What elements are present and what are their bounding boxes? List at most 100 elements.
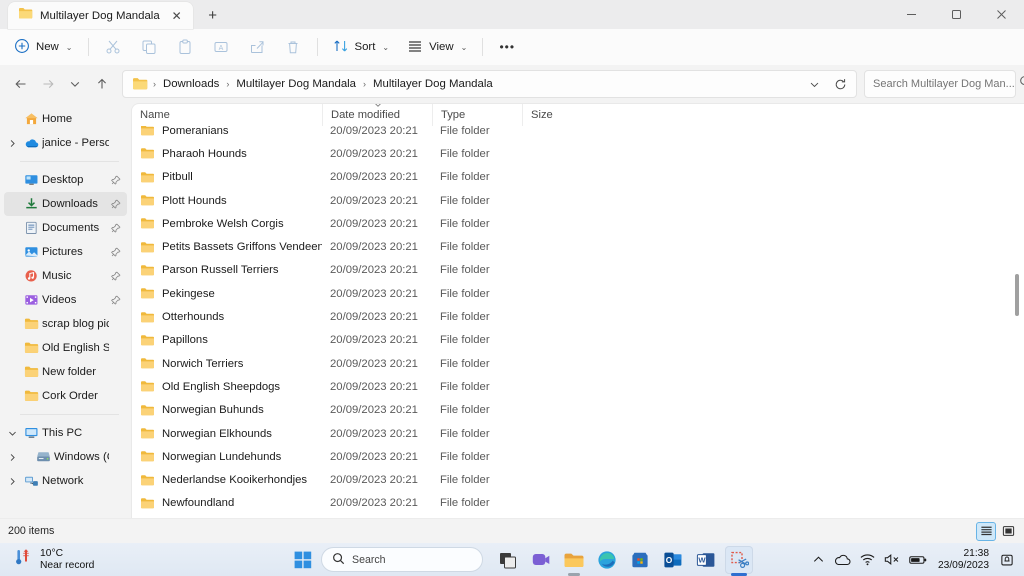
clock[interactable]: 21:38 23/09/2023 bbox=[938, 548, 989, 571]
search-input[interactable] bbox=[873, 78, 1015, 90]
taskbar-chat-button[interactable] bbox=[527, 546, 555, 574]
maximize-button[interactable] bbox=[934, 0, 979, 29]
table-row[interactable]: Plott Hounds 20/09/2023 20:21 File folder bbox=[132, 189, 1024, 212]
table-row[interactable]: Papillons 20/09/2023 20:21 File folder bbox=[132, 329, 1024, 352]
column-header-name[interactable]: Name bbox=[132, 104, 322, 126]
sidebar-item-this-pc[interactable]: This PC bbox=[4, 421, 127, 445]
table-row[interactable] bbox=[132, 515, 1024, 518]
view-button[interactable]: View ⌄ bbox=[399, 33, 475, 61]
table-row[interactable]: Pharaoh Hounds 20/09/2023 20:21 File folde… bbox=[132, 142, 1024, 165]
table-row[interactable]: Otterhounds 20/09/2023 20:21 File folder bbox=[132, 305, 1024, 328]
delete-button[interactable] bbox=[276, 33, 310, 61]
sidebar-item-downloads[interactable]: Downloads bbox=[4, 192, 127, 216]
column-header-date-modified[interactable]: Date modified bbox=[322, 104, 432, 126]
vertical-scrollbar[interactable] bbox=[1010, 126, 1024, 518]
taskbar-snipping-tool-button[interactable] bbox=[725, 545, 753, 576]
table-row[interactable]: Norwegian Lundehunds 20/09/2023 20:21 File… bbox=[132, 445, 1024, 468]
table-row[interactable]: Parson Russell Terriers 20/09/2023 20:21 F… bbox=[132, 259, 1024, 282]
taskbar-file-explorer-button[interactable] bbox=[560, 546, 588, 576]
pin-icon[interactable] bbox=[109, 295, 123, 305]
wifi-icon[interactable] bbox=[860, 553, 875, 566]
notification-bell-icon[interactable] bbox=[1000, 553, 1014, 567]
recent-locations-button[interactable] bbox=[62, 71, 88, 97]
see-more-button[interactable]: ••• bbox=[490, 33, 524, 61]
taskbar-microsoft-edge-button[interactable] bbox=[593, 546, 621, 574]
sidebar-item-janice-personal[interactable]: janice - Personal bbox=[4, 131, 127, 155]
sidebar-item-videos[interactable]: Videos bbox=[4, 288, 127, 312]
close-tab-icon[interactable]: ✕ bbox=[167, 6, 187, 26]
table-row[interactable]: Old English Sheepdogs 20/09/2023 20:21 Fil… bbox=[132, 375, 1024, 398]
table-row[interactable]: Pembroke Welsh Corgis 20/09/2023 20:21 Fil… bbox=[132, 212, 1024, 235]
address-bar[interactable]: › Downloads › Multilayer Dog Mandala › M… bbox=[122, 70, 857, 98]
rename-button[interactable]: A bbox=[204, 33, 238, 61]
table-row[interactable]: Pomeranians 20/09/2023 20:21 File folder bbox=[132, 126, 1024, 142]
table-row[interactable]: Pitbull 20/09/2023 20:21 File folder bbox=[132, 166, 1024, 189]
table-row[interactable]: Newfoundland 20/09/2023 20:21 File folder bbox=[132, 492, 1024, 515]
battery-icon[interactable] bbox=[909, 554, 927, 566]
table-row[interactable]: Nederlandse Kooikerhondjes 20/09/2023 20:… bbox=[132, 468, 1024, 491]
table-row[interactable]: Petits Bassets Griffons Vendeens 20/09/20… bbox=[132, 235, 1024, 258]
cut-button[interactable] bbox=[96, 33, 130, 61]
forward-button[interactable] bbox=[35, 71, 61, 97]
column-header-size[interactable]: Size bbox=[522, 104, 577, 126]
taskbar-task-view-button[interactable] bbox=[494, 546, 522, 574]
new-button[interactable]: New ⌄ bbox=[6, 33, 81, 61]
up-button[interactable] bbox=[89, 71, 115, 97]
sidebar-item-old-english-sheepd[interactable]: Old English Sheepd bbox=[4, 336, 127, 360]
sidebar-item-scrap-blog-pics[interactable]: scrap blog pics bbox=[4, 312, 127, 336]
sidebar-item-documents[interactable]: Documents bbox=[4, 216, 127, 240]
sidebar-item-label: This PC bbox=[42, 427, 83, 439]
address-history-chevron-icon[interactable] bbox=[802, 72, 826, 96]
sidebar-item-cork-order[interactable]: Cork Order bbox=[4, 384, 127, 408]
chevron-right-icon[interactable] bbox=[4, 453, 20, 462]
pin-icon[interactable] bbox=[109, 223, 123, 233]
chevron-down-icon[interactable] bbox=[4, 429, 20, 438]
share-button[interactable] bbox=[240, 33, 274, 61]
refresh-button[interactable] bbox=[828, 72, 852, 96]
breadcrumb-item-multilayer-dog-mandala[interactable]: Multilayer Dog Mandala bbox=[232, 76, 360, 92]
table-row[interactable]: Norwegian Elkhounds 20/09/2023 20:21 File … bbox=[132, 422, 1024, 445]
breadcrumb-item-multilayer-dog-mandala-2[interactable]: Multilayer Dog Mandala bbox=[369, 76, 497, 92]
pin-icon[interactable] bbox=[109, 175, 123, 185]
table-row[interactable]: Pekingese 20/09/2023 20:21 File folder bbox=[132, 282, 1024, 305]
breadcrumb-item-downloads[interactable]: Downloads bbox=[159, 76, 223, 92]
taskbar-outlook-button[interactable]: O bbox=[659, 546, 687, 574]
paste-button[interactable] bbox=[168, 33, 202, 61]
new-tab-icon[interactable]: + bbox=[199, 2, 227, 29]
table-row[interactable]: Norwich Terriers 20/09/2023 20:21 File fol… bbox=[132, 352, 1024, 375]
pin-icon[interactable] bbox=[109, 199, 123, 209]
sidebar-item-network[interactable]: Network bbox=[4, 469, 127, 493]
volume-muted-icon[interactable] bbox=[884, 553, 900, 566]
chevron-right-icon[interactable] bbox=[4, 139, 20, 148]
minimize-button[interactable] bbox=[889, 0, 934, 29]
onedrive-icon[interactable] bbox=[834, 553, 851, 566]
scrollbar-thumb[interactable] bbox=[1015, 274, 1019, 316]
sidebar-item-home[interactable]: Home bbox=[4, 107, 127, 131]
sidebar-item-new-folder[interactable]: New folder bbox=[4, 360, 127, 384]
large-icons-view-button[interactable] bbox=[998, 522, 1018, 541]
sidebar-item-desktop[interactable]: Desktop bbox=[4, 168, 127, 192]
file-list[interactable]: Pomeranians 20/09/2023 20:21 File folder Ph… bbox=[132, 126, 1024, 518]
column-header-type[interactable]: Type bbox=[432, 104, 522, 126]
details-view-button[interactable] bbox=[976, 521, 996, 541]
pin-icon[interactable] bbox=[109, 271, 123, 281]
sidebar-item-music[interactable]: Music bbox=[4, 264, 127, 288]
pin-icon[interactable] bbox=[109, 247, 123, 257]
table-row[interactable]: Norwegian Buhunds 20/09/2023 20:21 File fo… bbox=[132, 399, 1024, 422]
chevron-right-icon[interactable] bbox=[4, 477, 20, 486]
sidebar-item-pictures[interactable]: Pictures bbox=[4, 240, 127, 264]
taskbar-microsoft-store-button[interactable] bbox=[626, 546, 654, 574]
weather-widget[interactable]: 10°C Near record bbox=[0, 547, 290, 572]
taskbar-word-button[interactable]: W bbox=[692, 546, 720, 574]
taskbar-search-box[interactable]: Search bbox=[321, 547, 483, 572]
close-window-button[interactable] bbox=[979, 0, 1024, 29]
search-box[interactable] bbox=[864, 70, 1024, 98]
back-button[interactable] bbox=[8, 71, 34, 97]
tray-overflow-chevron-icon[interactable] bbox=[812, 553, 825, 566]
tab-multilayer-dog-mandala[interactable]: Multilayer Dog Mandala ✕ bbox=[8, 2, 193, 29]
sidebar-item-windows-c[interactable]: Windows (C:) bbox=[4, 445, 127, 469]
search-icon[interactable] bbox=[1019, 75, 1024, 93]
start-button[interactable] bbox=[290, 547, 316, 573]
sort-button[interactable]: Sort ⌄ bbox=[325, 33, 398, 61]
copy-button[interactable] bbox=[132, 33, 166, 61]
